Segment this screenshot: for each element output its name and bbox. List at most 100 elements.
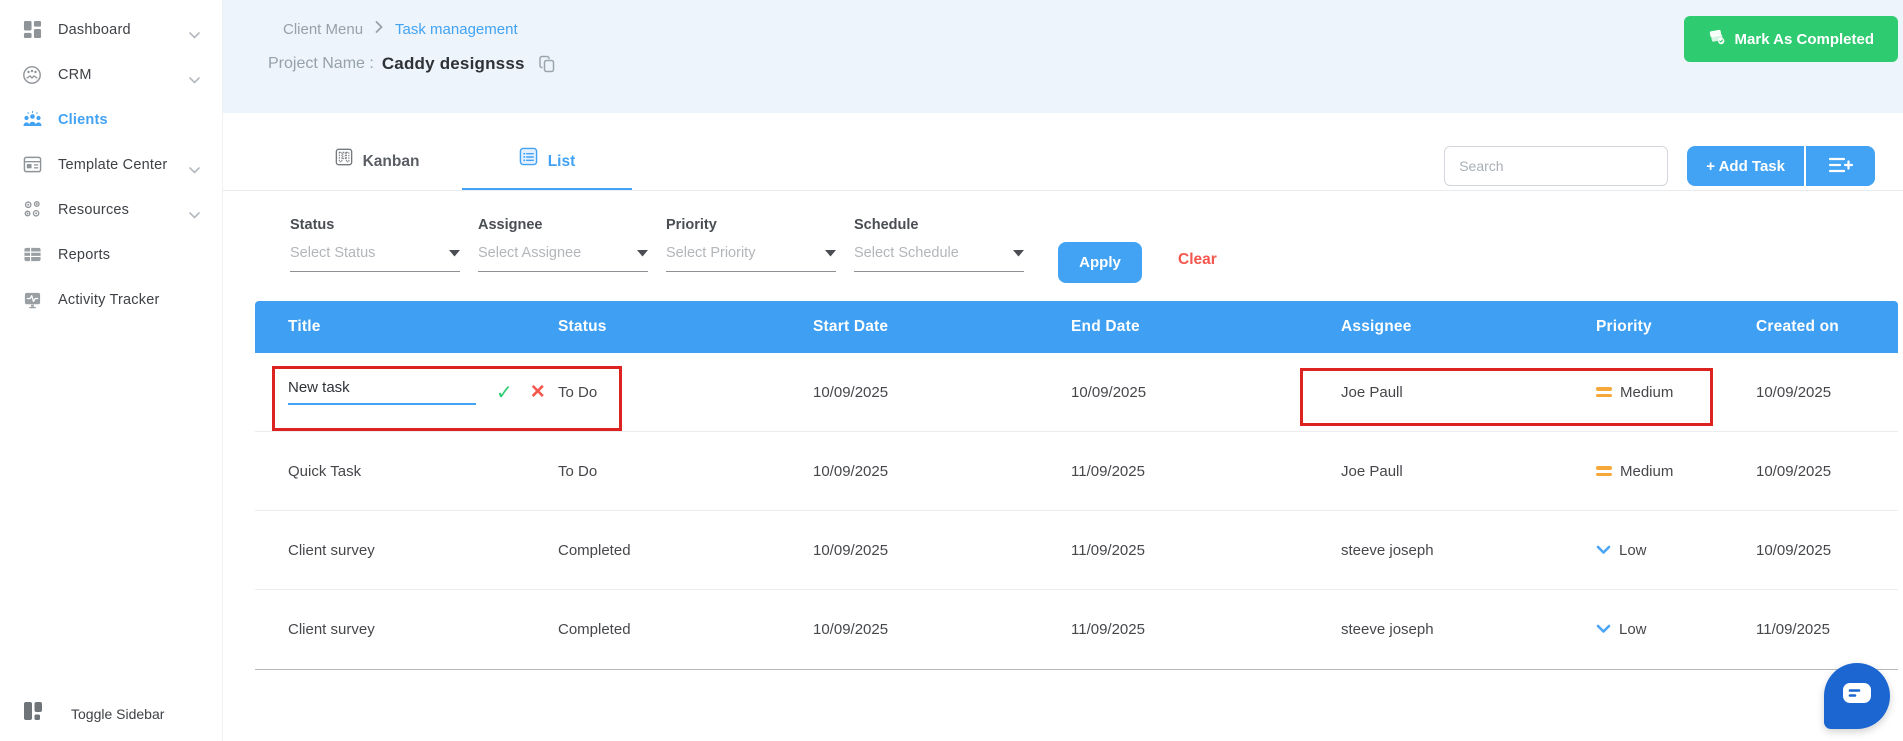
activity-tracker-icon bbox=[21, 289, 43, 311]
filter-priority-label: Priority bbox=[666, 217, 717, 233]
page-header: Client Menu Task management Project Name… bbox=[223, 0, 1903, 113]
dropdown-arrow-icon bbox=[825, 244, 836, 262]
column-header-end-date: End Date bbox=[1071, 318, 1140, 335]
toggle-sidebar-label: Toggle Sidebar bbox=[71, 705, 165, 722]
task-table: Title Status Start Date End Date Assigne… bbox=[255, 301, 1898, 670]
sidebar-item-activity-tracker[interactable]: Activity Tracker bbox=[0, 277, 222, 322]
add-task-group: + Add Task bbox=[1687, 146, 1875, 186]
kanban-icon bbox=[335, 148, 353, 171]
sidebar-item-label: Reports bbox=[58, 246, 111, 263]
created-on-cell: 10/09/2025 bbox=[1756, 462, 1832, 480]
priority-select[interactable]: Select Priority bbox=[666, 244, 836, 272]
priority-low-icon bbox=[1596, 621, 1611, 638]
priority-medium-icon bbox=[1596, 466, 1612, 476]
mark-completed-icon bbox=[1708, 28, 1726, 50]
assignee-cell: steeve joseph bbox=[1341, 621, 1434, 638]
cancel-x-icon[interactable]: × bbox=[531, 380, 545, 404]
dashboard-icon bbox=[21, 19, 43, 41]
sidebar-item-reports[interactable]: Reports bbox=[0, 232, 222, 277]
table-row[interactable]: Quick Task To Do 10/09/2025 11/09/2025 J… bbox=[255, 432, 1898, 511]
sidebar-item-template-center[interactable]: Template Center bbox=[0, 142, 222, 187]
toggle-sidebar-button[interactable]: Toggle Sidebar bbox=[22, 700, 164, 727]
mark-completed-label: Mark As Completed bbox=[1734, 30, 1874, 48]
start-date-cell: 10/09/2025 bbox=[813, 462, 889, 480]
table-row[interactable]: Client survey Completed 10/09/2025 11/09… bbox=[255, 590, 1898, 669]
tab-kanban-label: Kanban bbox=[362, 153, 420, 170]
assignee-cell: Joe Paull bbox=[1341, 462, 1403, 480]
sidebar-item-label: Activity Tracker bbox=[58, 291, 160, 308]
filter-assignee: Assignee Select Assignee bbox=[478, 217, 648, 272]
title-cell: Client survey bbox=[288, 621, 375, 638]
dropdown-arrow-icon bbox=[637, 244, 648, 262]
main-content: Client Menu Task management Project Name… bbox=[223, 0, 1903, 741]
sidebar-item-crm[interactable]: CRM bbox=[0, 52, 222, 97]
start-date-cell: 10/09/2025 bbox=[813, 541, 889, 559]
copy-icon[interactable] bbox=[538, 55, 556, 73]
app-window: Dashboard CRM Clients Template Center Re… bbox=[0, 0, 1903, 741]
apply-button[interactable]: Apply bbox=[1058, 242, 1142, 283]
sidebar-item-clients[interactable]: Clients bbox=[0, 97, 222, 142]
schedule-select[interactable]: Select Schedule bbox=[854, 244, 1024, 272]
assignee-select-value: Select Assignee bbox=[478, 245, 582, 261]
column-header-created-on: Created on bbox=[1756, 318, 1839, 335]
task-title-input[interactable] bbox=[288, 379, 476, 405]
priority-cell: Medium bbox=[1596, 384, 1756, 401]
start-date-cell: 10/09/2025 bbox=[813, 621, 889, 638]
table-row-editing[interactable]: ✓ × To Do 10/09/2025 10/09/2025 Joe Paul… bbox=[255, 353, 1898, 432]
priority-low-icon bbox=[1596, 542, 1611, 559]
assignee-select[interactable]: Select Assignee bbox=[478, 244, 648, 272]
chevron-down-icon bbox=[189, 206, 200, 224]
assignee-cell: Joe Paull bbox=[1341, 383, 1403, 401]
status-cell: Completed bbox=[558, 541, 631, 559]
sidebar-item-label: Resources bbox=[58, 201, 130, 218]
clear-link[interactable]: Clear bbox=[1178, 251, 1217, 269]
reports-icon bbox=[21, 244, 43, 266]
status-select[interactable]: Select Status bbox=[290, 244, 460, 272]
chat-widget-button[interactable] bbox=[1824, 663, 1890, 729]
list-icon bbox=[519, 147, 538, 171]
schedule-select-value: Select Schedule bbox=[854, 245, 959, 261]
crm-icon bbox=[21, 64, 43, 86]
end-date-cell: 11/09/2025 bbox=[1071, 541, 1145, 559]
dropdown-arrow-icon bbox=[449, 244, 460, 262]
filter-schedule: Schedule Select Schedule bbox=[854, 217, 1024, 272]
sidebar-item-label: Dashboard bbox=[58, 21, 131, 38]
tab-list-label: List bbox=[547, 153, 576, 170]
chat-icon bbox=[1842, 682, 1872, 711]
title-cell: Quick Task bbox=[288, 462, 362, 480]
dropdown-arrow-icon bbox=[1013, 244, 1024, 262]
filter-bar: Status Select Status Assignee Select Ass… bbox=[223, 191, 1903, 301]
sidebar-item-resources[interactable]: Resources bbox=[0, 187, 222, 232]
priority-label: Medium bbox=[1620, 383, 1674, 401]
column-header-priority: Priority bbox=[1596, 318, 1652, 335]
column-header-start-date: Start Date bbox=[813, 318, 889, 335]
table-row[interactable]: Client survey Completed 10/09/2025 11/09… bbox=[255, 511, 1898, 590]
created-on-cell: 11/09/2025 bbox=[1756, 621, 1830, 638]
priority-label: Low bbox=[1619, 541, 1647, 559]
chevron-down-icon bbox=[189, 71, 200, 89]
breadcrumb-client-menu[interactable]: Client Menu bbox=[283, 21, 363, 38]
add-task-button[interactable]: + Add Task bbox=[1687, 146, 1804, 186]
mark-as-completed-button[interactable]: Mark As Completed bbox=[1683, 16, 1898, 62]
tab-list[interactable]: List bbox=[462, 113, 632, 190]
priority-cell: Medium bbox=[1596, 463, 1756, 480]
breadcrumb-task-management[interactable]: Task management bbox=[395, 21, 518, 38]
column-header-title: Title bbox=[288, 318, 321, 335]
tab-kanban[interactable]: Kanban bbox=[292, 113, 462, 190]
table-header-row: Title Status Start Date End Date Assigne… bbox=[255, 301, 1898, 353]
start-date-cell: 10/09/2025 bbox=[813, 383, 889, 401]
bulk-add-button[interactable] bbox=[1806, 146, 1875, 186]
clients-icon bbox=[21, 109, 43, 131]
priority-label: Low bbox=[1619, 621, 1647, 638]
breadcrumb: Client Menu Task management bbox=[283, 20, 1903, 38]
chevron-right-icon bbox=[375, 20, 383, 38]
filter-priority: Priority Select Priority bbox=[666, 217, 836, 272]
project-name-label: Project Name : bbox=[268, 55, 374, 72]
confirm-check-icon[interactable]: ✓ bbox=[496, 380, 513, 405]
priority-label: Medium bbox=[1620, 462, 1674, 480]
sidebar: Dashboard CRM Clients Template Center Re… bbox=[0, 0, 223, 741]
search-input[interactable] bbox=[1444, 146, 1669, 186]
filter-status: Status Select Status bbox=[290, 217, 460, 272]
sidebar-item-dashboard[interactable]: Dashboard bbox=[0, 7, 222, 52]
template-center-icon bbox=[21, 154, 43, 176]
